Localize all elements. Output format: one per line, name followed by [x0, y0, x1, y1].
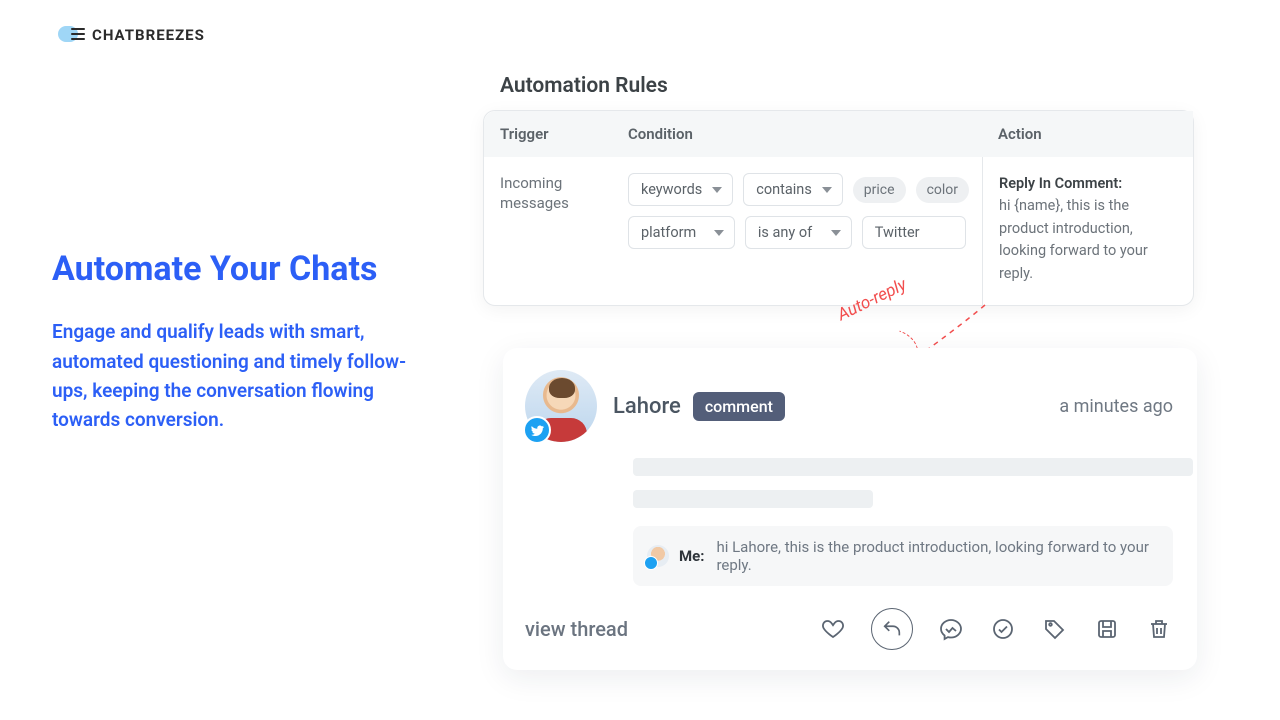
select-label: is any of: [758, 224, 812, 241]
save-icon[interactable]: [1093, 615, 1121, 643]
reply-icon[interactable]: [871, 608, 913, 650]
th-action: Action: [982, 111, 1193, 157]
comment-body-placeholder: [633, 458, 1173, 508]
comment-time: a minutes ago: [1059, 396, 1173, 417]
tag-icon[interactable]: [1041, 615, 1069, 643]
check-icon[interactable]: [989, 615, 1017, 643]
chip-price[interactable]: price: [853, 177, 906, 203]
select-field-keywords[interactable]: keywords: [628, 173, 733, 206]
select-op-isanyof[interactable]: is any of: [745, 216, 852, 249]
brand-logo: CHATBREEZES: [58, 24, 205, 46]
messenger-icon[interactable]: [937, 615, 965, 643]
th-condition: Condition: [612, 111, 982, 157]
view-thread-link[interactable]: view thread: [525, 617, 628, 641]
action-cell: Reply In Comment: hi {name}, this is the…: [982, 157, 1193, 305]
comment-card: Lahore comment a minutes ago Me: hi Laho…: [503, 348, 1197, 670]
select-label: platform: [641, 224, 696, 241]
heart-icon[interactable]: [819, 615, 847, 643]
rules-table: Trigger Condition Action Incoming messag…: [483, 110, 1194, 306]
action-label: Reply In Comment:: [999, 175, 1122, 192]
avatar-mini: [647, 545, 669, 567]
select-label: contains: [756, 181, 812, 198]
hero-title: Automate Your Chats: [52, 250, 432, 289]
reply-author: Me:: [679, 547, 704, 565]
twitter-icon: [523, 416, 551, 444]
input-platform-value[interactable]: Twitter: [862, 216, 966, 249]
select-field-platform[interactable]: platform: [628, 216, 735, 249]
trigger-cell: Incoming messages: [484, 157, 612, 305]
chevron-down-icon: [712, 187, 722, 193]
chevron-down-icon: [714, 230, 724, 236]
select-op-contains[interactable]: contains: [743, 173, 843, 206]
action-text: hi {name}, this is the product introduct…: [999, 197, 1148, 281]
chip-color[interactable]: color: [916, 177, 969, 203]
hero-copy: Automate Your Chats Engage and qualify l…: [52, 250, 432, 435]
auto-reply-bubble: Me: hi Lahore, this is the product intro…: [633, 526, 1173, 586]
chevron-down-icon: [831, 230, 841, 236]
rules-title: Automation Rules: [500, 74, 668, 98]
select-label: keywords: [641, 181, 702, 198]
brand-name: CHATBREEZES: [92, 26, 205, 44]
trash-icon[interactable]: [1145, 615, 1173, 643]
comment-username: Lahore: [613, 394, 681, 419]
comment-type-badge: comment: [693, 392, 785, 421]
logo-mark: [58, 24, 86, 46]
hero-body: Engage and qualify leads with smart, aut…: [52, 317, 432, 435]
comment-actions: [819, 608, 1173, 650]
reply-text: hi Lahore, this is the product introduct…: [716, 538, 1159, 574]
chevron-down-icon: [822, 187, 832, 193]
condition-cell: keywords contains price color platform i…: [612, 157, 982, 305]
th-trigger: Trigger: [484, 111, 612, 157]
avatar: [525, 370, 597, 442]
